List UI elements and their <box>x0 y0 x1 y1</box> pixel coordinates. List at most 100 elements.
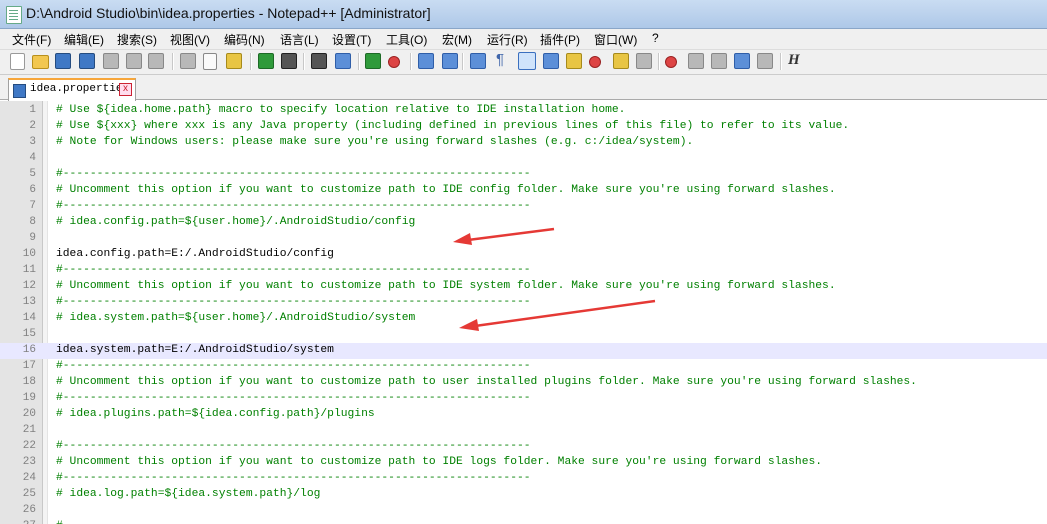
function-list-icon[interactable] <box>589 56 601 68</box>
toolbar-separator <box>658 53 660 70</box>
editor-line[interactable]: 24 #-------------------------------------… <box>0 471 1047 487</box>
line-text: # Use ${idea.home.path} macro to specify… <box>56 104 626 116</box>
undo-icon[interactable] <box>258 53 274 69</box>
user-language-icon[interactable] <box>543 53 559 69</box>
editor-line[interactable]: 22 #-------------------------------------… <box>0 439 1047 455</box>
indent-guide-icon[interactable] <box>518 52 536 70</box>
menu-item-2[interactable]: 搜索(S) <box>117 31 157 48</box>
menu-item-8[interactable]: 宏(M) <box>442 31 472 48</box>
paste-icon[interactable] <box>226 53 242 69</box>
save-icon[interactable] <box>55 53 71 69</box>
run-macro-multiple-icon[interactable] <box>734 53 750 69</box>
editor-line[interactable]: 27 # <box>0 519 1047 524</box>
tab-label: idea.properties <box>30 83 130 95</box>
record-macro-icon[interactable] <box>665 56 677 68</box>
line-number: 15 <box>22 328 36 340</box>
editor-line[interactable]: 6 # Uncomment this option if you want to … <box>0 183 1047 199</box>
close-all-icon[interactable] <box>126 53 142 69</box>
show-all-chars-icon[interactable]: ¶ <box>496 51 504 68</box>
print-icon[interactable] <box>148 53 164 69</box>
line-text: # idea.config.path=${user.home}/.Android… <box>56 216 416 228</box>
line-text: #---------------------------------------… <box>56 360 531 372</box>
new-file-icon[interactable] <box>10 53 25 70</box>
editor-line[interactable]: 25 # idea.log.path=${idea.system.path}/lo… <box>0 487 1047 503</box>
toolbar-separator <box>303 53 305 70</box>
editor-line[interactable]: 16 idea.system.path=E:/.AndroidStudio/sys… <box>0 343 1047 359</box>
editor-line[interactable]: 7 #--------------------------------------… <box>0 199 1047 215</box>
line-text: #---------------------------------------… <box>56 472 531 484</box>
save-all-icon[interactable] <box>79 53 95 69</box>
word-wrap-icon[interactable] <box>470 53 486 69</box>
menu-item-9[interactable]: 运行(R) <box>487 31 528 48</box>
hex-editor-icon[interactable]: H <box>788 52 800 69</box>
play-macro-icon[interactable] <box>711 53 727 69</box>
editor-line[interactable]: 20 # idea.plugins.path=${idea.config.path… <box>0 407 1047 423</box>
menu-item-11[interactable]: 窗口(W) <box>594 31 637 48</box>
editor-line[interactable]: 26 <box>0 503 1047 519</box>
zoom-out-icon[interactable] <box>388 56 400 68</box>
tab-close-icon[interactable]: x <box>119 83 132 96</box>
menu-item-4[interactable]: 编码(N) <box>224 31 265 48</box>
menu-item-3[interactable]: 视图(V) <box>170 31 210 48</box>
menu-item-6[interactable]: 设置(T) <box>332 31 371 48</box>
menu-item-7[interactable]: 工具(O) <box>386 31 427 48</box>
editor-line[interactable]: 2 # Use ${xxx} where xxx is any Java prop… <box>0 119 1047 135</box>
line-number: 12 <box>22 280 36 292</box>
zoom-in-icon[interactable] <box>365 53 381 69</box>
redo-icon[interactable] <box>281 53 297 69</box>
toolbar-separator <box>410 53 412 70</box>
line-number: 10 <box>22 248 36 260</box>
find-icon[interactable] <box>311 53 327 69</box>
menu-item-10[interactable]: 插件(P) <box>540 31 580 48</box>
window-title: D:\Android Studio\bin\idea.properties - … <box>26 5 431 21</box>
toolbar-separator <box>172 53 174 70</box>
editor-line[interactable]: 10 idea.config.path=E:/.AndroidStudio/con… <box>0 247 1047 263</box>
line-number: 9 <box>29 232 36 244</box>
sync-vertical-icon[interactable] <box>418 53 434 69</box>
sync-horizontal-icon[interactable] <box>442 53 458 69</box>
editor-line[interactable]: 23 # Uncomment this option if you want to… <box>0 455 1047 471</box>
line-text: # Uncomment this option if you want to c… <box>56 184 836 196</box>
menu-bar: 文件(F) 编辑(E) 搜索(S) 视图(V) 编码(N) 语言(L) 设置(T) 工具(O)… <box>0 29 1047 50</box>
editor-line[interactable]: 17 #-------------------------------------… <box>0 359 1047 375</box>
line-number: 13 <box>22 296 36 308</box>
line-number: 17 <box>22 360 36 372</box>
line-text: # <box>56 520 63 524</box>
line-number: 21 <box>22 424 36 436</box>
tab-idea-properties[interactable]: idea.properties x <box>8 78 136 101</box>
stop-record-icon[interactable] <box>688 53 704 69</box>
menu-item-12[interactable]: ? <box>652 31 659 45</box>
open-file-icon[interactable] <box>32 55 49 69</box>
line-number: 18 <box>22 376 36 388</box>
copy-icon[interactable] <box>203 53 217 70</box>
annotation-arrow-1 <box>453 227 555 245</box>
editor-line[interactable]: 3 # Note for Windows users: please make s… <box>0 135 1047 151</box>
menu-item-1[interactable]: 编辑(E) <box>64 31 104 48</box>
replace-icon[interactable] <box>335 53 351 69</box>
editor-line[interactable]: 5 #--------------------------------------… <box>0 167 1047 183</box>
folder-workspace-icon[interactable] <box>613 53 629 69</box>
line-number: 6 <box>29 184 36 196</box>
doc-map-icon[interactable] <box>566 53 582 69</box>
editor-line[interactable]: 18 # Uncomment this option if you want to… <box>0 375 1047 391</box>
line-number: 23 <box>22 456 36 468</box>
editor-line[interactable]: 12 # Uncomment this option if you want to… <box>0 279 1047 295</box>
cut-icon[interactable] <box>180 53 196 69</box>
line-number: 3 <box>29 136 36 148</box>
monitor-icon[interactable] <box>636 53 652 69</box>
editor-line[interactable]: 11 #-------------------------------------… <box>0 263 1047 279</box>
close-icon[interactable] <box>103 53 119 69</box>
editor-area[interactable]: 1 # Use ${idea.home.path} macro to specif… <box>0 101 1047 524</box>
line-text: #---------------------------------------… <box>56 200 531 212</box>
save-macro-icon[interactable] <box>757 53 773 69</box>
line-number: 20 <box>22 408 36 420</box>
menu-item-5[interactable]: 语言(L) <box>280 31 319 48</box>
editor-line[interactable]: 21 <box>0 423 1047 439</box>
editor-line[interactable]: 1 # Use ${idea.home.path} macro to specif… <box>0 103 1047 119</box>
line-text: #---------------------------------------… <box>56 440 531 452</box>
editor-line[interactable]: 19 #-------------------------------------… <box>0 391 1047 407</box>
line-text: # Uncomment this option if you want to c… <box>56 376 917 388</box>
menu-item-0[interactable]: 文件(F) <box>12 31 51 48</box>
editor-line[interactable]: 4 <box>0 151 1047 167</box>
line-number: 2 <box>29 120 36 132</box>
